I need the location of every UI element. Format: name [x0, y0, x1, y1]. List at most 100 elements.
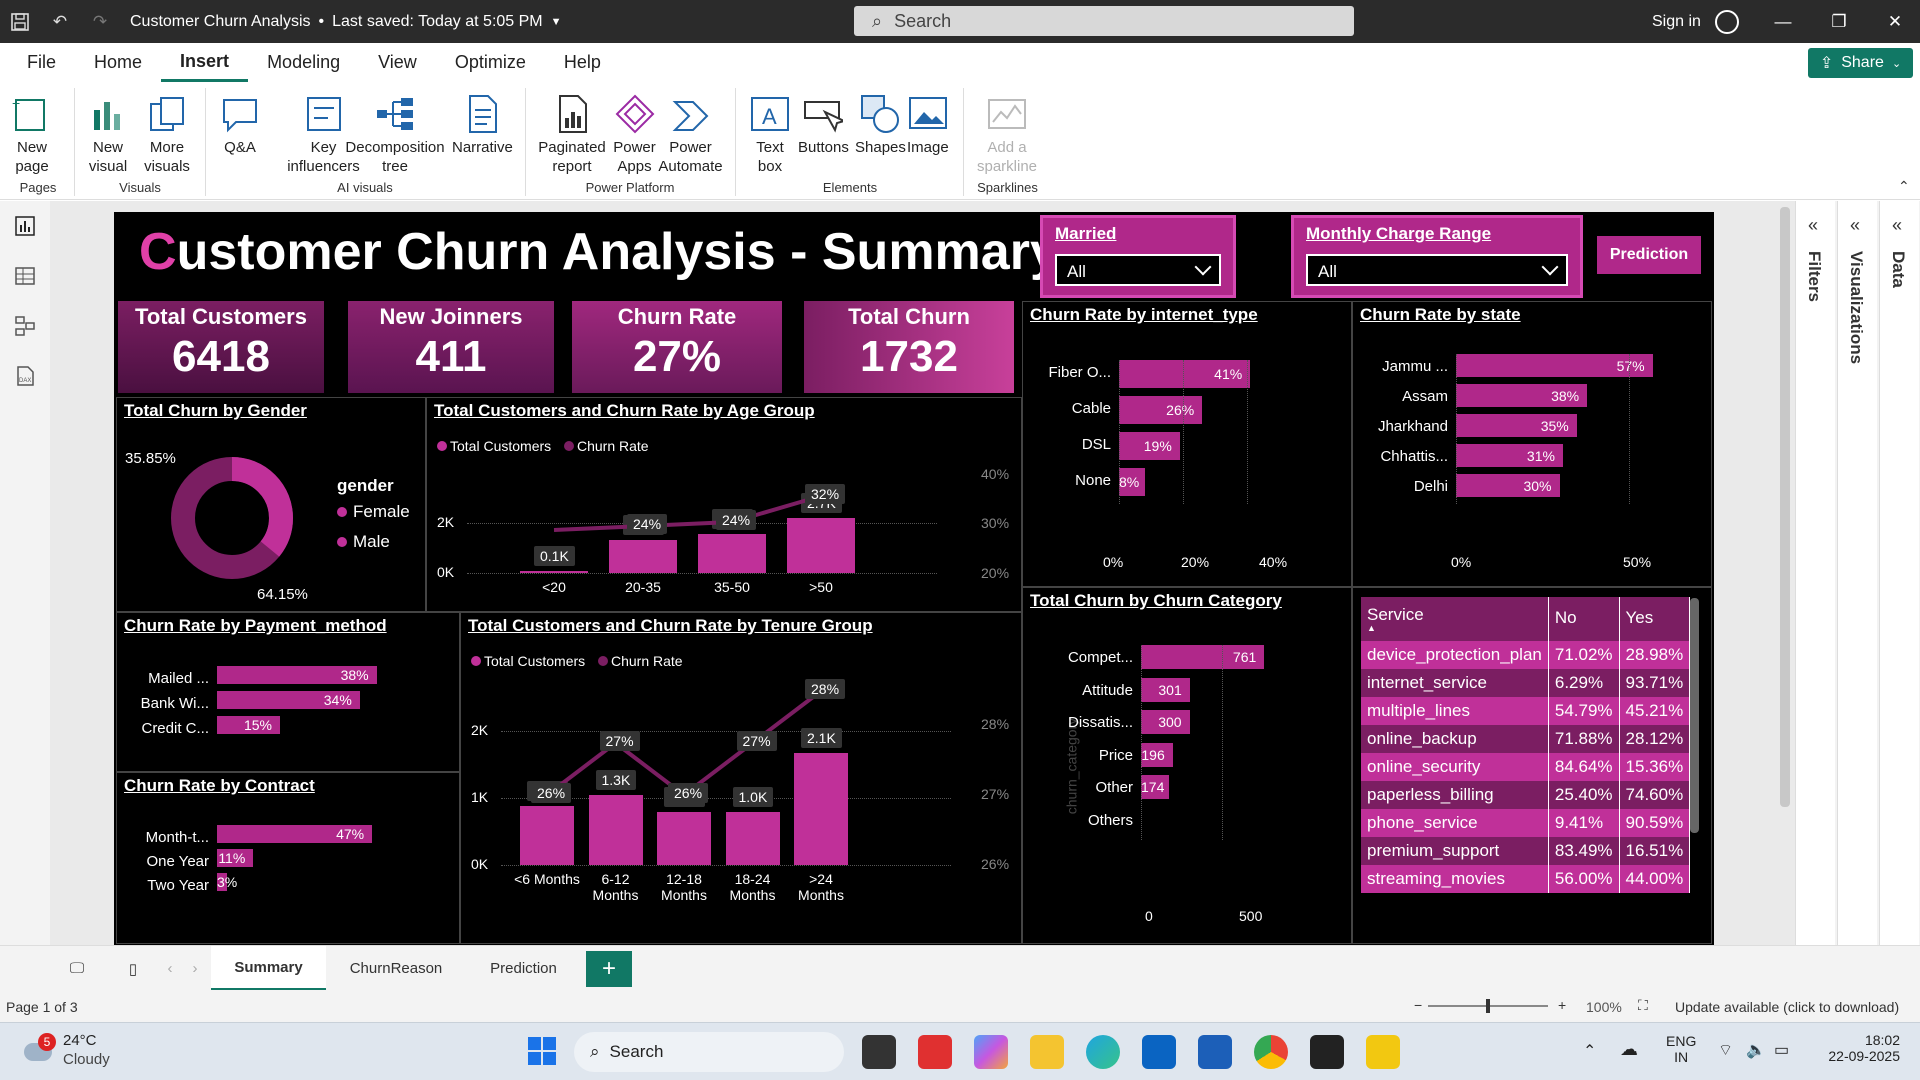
shapes-button[interactable]: Shapes	[855, 94, 906, 157]
youtube-icon[interactable]	[918, 1035, 952, 1069]
show-hidden-icons[interactable]: ⌃	[1583, 1041, 1596, 1061]
decomposition-tree-button[interactable]: Decomposition tree	[345, 94, 445, 176]
minimize-icon[interactable]: —	[1760, 0, 1806, 43]
prev-page-icon[interactable]: ‹	[160, 946, 180, 991]
bar-category-label: Bank Wi...	[140, 695, 209, 712]
next-page-icon[interactable]: ›	[185, 946, 205, 991]
menu-help[interactable]: Help	[545, 43, 620, 82]
dax-query-view-icon[interactable]: DAX	[14, 365, 36, 387]
gender-donut[interactable]	[167, 453, 297, 583]
zoom-out-icon[interactable]: −	[1414, 997, 1422, 1013]
table-row[interactable]: paperless_billing 25.40% 74.60%	[1361, 781, 1691, 809]
task-view-icon[interactable]	[862, 1035, 896, 1069]
table-row[interactable]: online_security 84.64% 15.36%	[1361, 753, 1691, 781]
text-box-button[interactable]: A Text box	[750, 94, 790, 176]
table-view-icon[interactable]	[14, 265, 36, 287]
buttons-button[interactable]: Buttons	[798, 94, 849, 157]
save-icon[interactable]	[0, 0, 40, 43]
battery-icon[interactable]: ▭	[1774, 1040, 1789, 1060]
col-no[interactable]: No	[1548, 597, 1620, 641]
new-page-button[interactable]: + New page	[12, 94, 52, 176]
weather-icon[interactable]: 5	[20, 1033, 56, 1063]
visualizations-pane[interactable]: « Visualizations	[1837, 201, 1877, 945]
clock[interactable]: 18:02 22-09-2025	[1818, 1032, 1900, 1064]
restore-icon[interactable]: ❐	[1816, 0, 1862, 43]
table-row[interactable]: multiple_lines 54.79% 45.21%	[1361, 697, 1691, 725]
paginated-report-button[interactable]: Paginated report	[537, 94, 607, 176]
desktop-layout-icon[interactable]: 🖵	[52, 946, 102, 991]
onedrive-icon[interactable]: ☁	[1620, 1039, 1638, 1060]
image-button[interactable]: Image	[907, 94, 949, 157]
prediction-button[interactable]: Prediction	[1597, 236, 1701, 274]
document-title[interactable]: Customer Churn Analysis • Last saved: To…	[130, 13, 562, 31]
col-yes[interactable]: Yes	[1619, 597, 1691, 641]
table-row[interactable]: streaming_movies 56.00% 44.00%	[1361, 865, 1691, 893]
filters-pane[interactable]: « Filters	[1795, 201, 1835, 945]
menu-file[interactable]: File	[8, 43, 75, 82]
table-row[interactable]: internet_service 6.29% 93.71%	[1361, 669, 1691, 697]
report-view-icon[interactable]	[14, 215, 36, 237]
taskbar-search[interactable]: ⌕ Search	[574, 1032, 844, 1072]
close-icon[interactable]: ✕	[1872, 0, 1918, 43]
menu-insert[interactable]: Insert	[161, 43, 249, 82]
expand-filters-icon[interactable]: «	[1808, 215, 1818, 236]
redo-icon[interactable]: ↷	[80, 0, 120, 43]
monthly-charge-dropdown[interactable]: All	[1306, 254, 1568, 286]
tab-prediction[interactable]: Prediction	[466, 946, 581, 991]
table-scrollbar[interactable]	[1690, 598, 1699, 833]
expand-data-icon[interactable]: «	[1892, 215, 1902, 236]
married-slicer[interactable]: Married All	[1040, 215, 1236, 298]
menu-home[interactable]: Home	[75, 43, 161, 82]
monthly-charge-slicer[interactable]: Monthly Charge Range All	[1291, 215, 1583, 298]
share-button[interactable]: ⇪ Share ⌄	[1808, 48, 1913, 78]
more-visuals-button[interactable]: More visuals	[142, 94, 192, 176]
collapse-ribbon-icon[interactable]: ⌃	[1898, 178, 1910, 195]
qna-button[interactable]: Q&A	[220, 94, 260, 157]
undo-icon[interactable]: ↶	[40, 0, 80, 43]
power-bi-icon[interactable]	[1366, 1035, 1400, 1069]
narrative-button[interactable]: Narrative	[452, 94, 513, 157]
new-visual-button[interactable]: New visual	[88, 94, 128, 176]
data-pane[interactable]: « Data	[1879, 201, 1919, 945]
menu-modeling[interactable]: Modeling	[248, 43, 359, 82]
add-page-button[interactable]: +	[586, 951, 632, 987]
add-sparkline-button[interactable]: Add a sparkline	[976, 94, 1038, 176]
store-icon[interactable]	[1198, 1035, 1232, 1069]
table-row[interactable]: online_backup 71.88% 28.12%	[1361, 725, 1691, 753]
edge-icon[interactable]	[1086, 1035, 1120, 1069]
legend-male[interactable]: Male	[337, 532, 390, 552]
fit-to-page-icon[interactable]: ⛶	[1638, 997, 1648, 1014]
file-explorer-icon[interactable]	[1030, 1035, 1064, 1069]
tab-churnreason[interactable]: ChurnReason	[326, 946, 466, 991]
outlook-icon[interactable]	[1142, 1035, 1176, 1069]
update-notice[interactable]: Update available (click to download)	[1675, 999, 1899, 1015]
model-view-icon[interactable]	[14, 315, 36, 337]
chrome-icon[interactable]	[1254, 1035, 1288, 1069]
canvas-scrollbar[interactable]	[1780, 207, 1790, 807]
zoom-slider[interactable]	[1428, 999, 1548, 1013]
volume-icon[interactable]: 🔈	[1746, 1040, 1766, 1060]
tab-summary[interactable]: Summary	[211, 946, 326, 991]
expand-visualizations-icon[interactable]: «	[1850, 215, 1860, 236]
table-row[interactable]: device_protection_plan 71.02% 28.98%	[1361, 641, 1691, 669]
windows-start-icon[interactable]	[528, 1037, 556, 1065]
wifi-icon[interactable]: ⌔	[1718, 1040, 1733, 1060]
legend-female[interactable]: Female	[337, 502, 410, 522]
sign-in[interactable]: Sign in	[1652, 0, 1739, 43]
married-dropdown[interactable]: All	[1055, 254, 1221, 286]
zoom-level[interactable]: 100%	[1586, 999, 1622, 1015]
menu-view[interactable]: View	[359, 43, 436, 82]
table-row[interactable]: phone_service 9.41% 90.59%	[1361, 809, 1691, 837]
buttons-icon	[804, 101, 844, 133]
search-box[interactable]: ⌕ Search	[854, 6, 1354, 36]
zoom-in-icon[interactable]: +	[1558, 997, 1566, 1013]
language-indicator[interactable]: ENG IN	[1666, 1033, 1696, 1065]
table-row[interactable]: premium_support 83.49% 16.51%	[1361, 837, 1691, 865]
menu-optimize[interactable]: Optimize	[436, 43, 545, 82]
terminal-icon[interactable]	[1310, 1035, 1344, 1069]
copilot-icon[interactable]	[974, 1035, 1008, 1069]
power-automate-button[interactable]: Power Automate	[658, 94, 723, 176]
mobile-layout-icon[interactable]: ▯	[108, 946, 158, 991]
col-service[interactable]: Service ▲	[1361, 597, 1549, 641]
power-apps-button[interactable]: Power Apps	[612, 94, 657, 176]
